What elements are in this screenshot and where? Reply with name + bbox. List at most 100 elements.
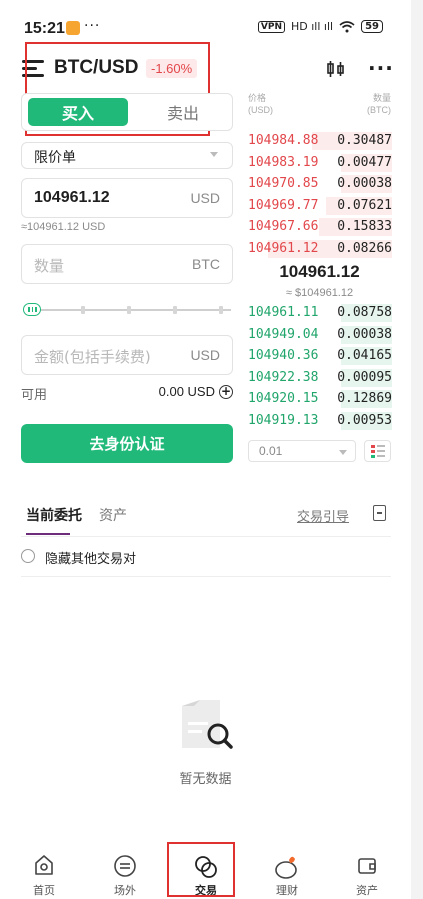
hide-other-pairs-radio[interactable] xyxy=(21,549,35,563)
status-indicators: VPN HD ıll ıll 59 xyxy=(257,20,383,33)
battery-icon: 59 xyxy=(361,20,383,33)
last-price-usd: ≈ $104961.12 xyxy=(285,287,354,299)
status-time: 15:21 xyxy=(24,20,65,37)
kyc-button[interactable]: 去身份认证 xyxy=(21,424,233,463)
divider xyxy=(21,576,391,577)
chevron-down-icon xyxy=(339,450,347,455)
hide-other-pairs-label: 隐藏其他交易对 xyxy=(45,552,137,567)
order-book-header: 价格 (USD) 数量 (BTC) xyxy=(248,92,391,122)
wifi-icon xyxy=(339,20,355,32)
ask-quantity: 0.30487 xyxy=(337,133,392,148)
ask-row[interactable]: 104961.12 0.08266 xyxy=(246,239,392,259)
empty-data-icon xyxy=(182,700,233,749)
slider-track xyxy=(35,309,231,311)
slider-tick[interactable] xyxy=(127,306,131,314)
ask-quantity: 0.00477 xyxy=(337,154,392,170)
bid-row[interactable]: 104949.04 0.00038 xyxy=(246,325,392,345)
nav-home[interactable]: 首页 xyxy=(9,840,79,899)
candlestick-icon[interactable] xyxy=(326,60,346,82)
slider-handle[interactable] xyxy=(23,303,41,316)
ask-price: 104967.66 xyxy=(248,219,319,234)
amount-input[interactable]: 金额(包括手续费) USD xyxy=(21,335,233,375)
chevron-down-icon xyxy=(210,152,218,157)
bid-row[interactable]: 104961.11 0.08758 xyxy=(246,303,392,323)
wallet-icon xyxy=(358,858,376,874)
bid-row[interactable]: 104940.36 0.04165 xyxy=(246,346,392,366)
signal-icon: HD ıll ıll xyxy=(291,20,334,33)
bid-quantity: 0.04165 xyxy=(337,348,392,363)
price-column-unit: (USD) xyxy=(248,105,273,115)
more-dots-icon[interactable]: ··· xyxy=(368,56,394,80)
ask-quantity: 0.07621 xyxy=(337,197,392,213)
slider-tick[interactable] xyxy=(219,306,223,314)
precision-value: 0.01 xyxy=(259,444,283,458)
ask-row[interactable]: 104984.88 0.30487 xyxy=(246,131,392,151)
bid-price: 104920.15 xyxy=(248,391,319,406)
orders-tabs: 当前委托 资产 交易引导 xyxy=(21,505,391,537)
amount-placeholder: 金额(包括手续费) xyxy=(34,348,151,366)
available-balance: 可用 0.00 USD + xyxy=(21,384,233,403)
price-input[interactable]: 104961.12 USD xyxy=(21,178,233,218)
otc-exchange-icon xyxy=(114,855,136,877)
bid-quantity: 0.12869 xyxy=(337,391,392,406)
ask-row[interactable]: 104967.66 0.15833 xyxy=(246,217,392,237)
bid-row[interactable]: 104920.15 0.12869 xyxy=(246,389,392,409)
tab-current-orders[interactable]: 当前委托 xyxy=(26,505,82,535)
document-icon[interactable] xyxy=(373,505,386,521)
status-bar: 15:21 ··· VPN HD ıll ıll 59 xyxy=(0,0,411,44)
price-value: 104961.12 xyxy=(34,189,110,206)
sell-tab-button[interactable]: 卖出 xyxy=(138,98,228,126)
ask-row[interactable]: 104970.85 0.00038 xyxy=(246,174,392,194)
home-icon xyxy=(35,855,53,875)
trading-guide-link[interactable]: 交易引导 xyxy=(297,506,349,525)
ask-quantity: 0.08266 xyxy=(337,240,392,256)
screen-edge xyxy=(411,0,423,899)
bid-row[interactable]: 104919.13 0.00953 xyxy=(246,411,392,431)
bid-price: 104919.13 xyxy=(248,412,319,428)
nav-assets[interactable]: 资产 xyxy=(332,840,402,899)
ask-quantity: 0.15833 xyxy=(337,219,392,234)
nav-otc-label: 场外 xyxy=(114,884,136,897)
highlight-box-trade-nav xyxy=(167,842,235,897)
slider-tick[interactable] xyxy=(173,306,177,314)
bid-quantity: 0.00038 xyxy=(337,326,392,342)
tab-assets[interactable]: 资产 xyxy=(99,505,127,525)
notification-app-icon xyxy=(66,21,80,35)
price-unit: USD xyxy=(190,190,220,206)
status-more: ··· xyxy=(84,18,101,34)
empty-data-text: 暂无数据 xyxy=(179,772,232,787)
vpn-icon: VPN xyxy=(257,20,285,33)
buy-tab-button[interactable]: 买入 xyxy=(28,98,128,126)
nav-assets-label: 资产 xyxy=(356,884,378,897)
nav-home-label: 首页 xyxy=(33,884,55,897)
book-layout-icon[interactable] xyxy=(364,440,391,462)
slider-tick[interactable] xyxy=(81,306,85,314)
price-approx: ≈104961.12 USD xyxy=(21,221,106,233)
percent-slider[interactable] xyxy=(23,303,233,317)
ask-price: 104984.88 xyxy=(248,133,319,148)
price-column-header: 价格 xyxy=(248,93,267,103)
ask-row[interactable]: 104983.19 0.00477 xyxy=(246,153,392,173)
trade-screen: 15:21 ··· VPN HD ıll ıll 59 BTC/USD -1.6… xyxy=(0,0,423,899)
ask-quantity: 0.00038 xyxy=(337,176,392,191)
buy-sell-toggle: 买入 卖出 xyxy=(21,93,233,131)
bid-price: 104940.36 xyxy=(248,348,319,363)
precision-select[interactable]: 0.01 xyxy=(248,440,356,462)
last-price[interactable]: 104961.12 xyxy=(248,262,391,282)
ask-price: 104970.85 xyxy=(248,176,319,191)
add-funds-icon[interactable]: + xyxy=(219,385,233,399)
ask-price: 104961.12 xyxy=(248,240,319,256)
quantity-input[interactable]: 数量 BTC xyxy=(21,244,233,284)
qty-column-unit: (BTC) xyxy=(367,105,391,115)
ask-price: 104983.19 xyxy=(248,154,319,170)
bid-row[interactable]: 104922.38 0.00095 xyxy=(246,368,392,388)
quantity-unit: BTC xyxy=(192,256,220,272)
quantity-placeholder: 数量 xyxy=(34,257,65,275)
nav-finance-label: 理财 xyxy=(276,884,298,897)
order-type-select[interactable]: 限价单 xyxy=(21,142,233,169)
order-type-value: 限价单 xyxy=(34,150,76,166)
ask-row[interactable]: 104969.77 0.07621 xyxy=(246,196,392,216)
bid-quantity: 0.00953 xyxy=(337,412,392,428)
nav-otc[interactable]: 场外 xyxy=(90,840,160,899)
nav-finance[interactable]: 理财 xyxy=(252,840,322,899)
